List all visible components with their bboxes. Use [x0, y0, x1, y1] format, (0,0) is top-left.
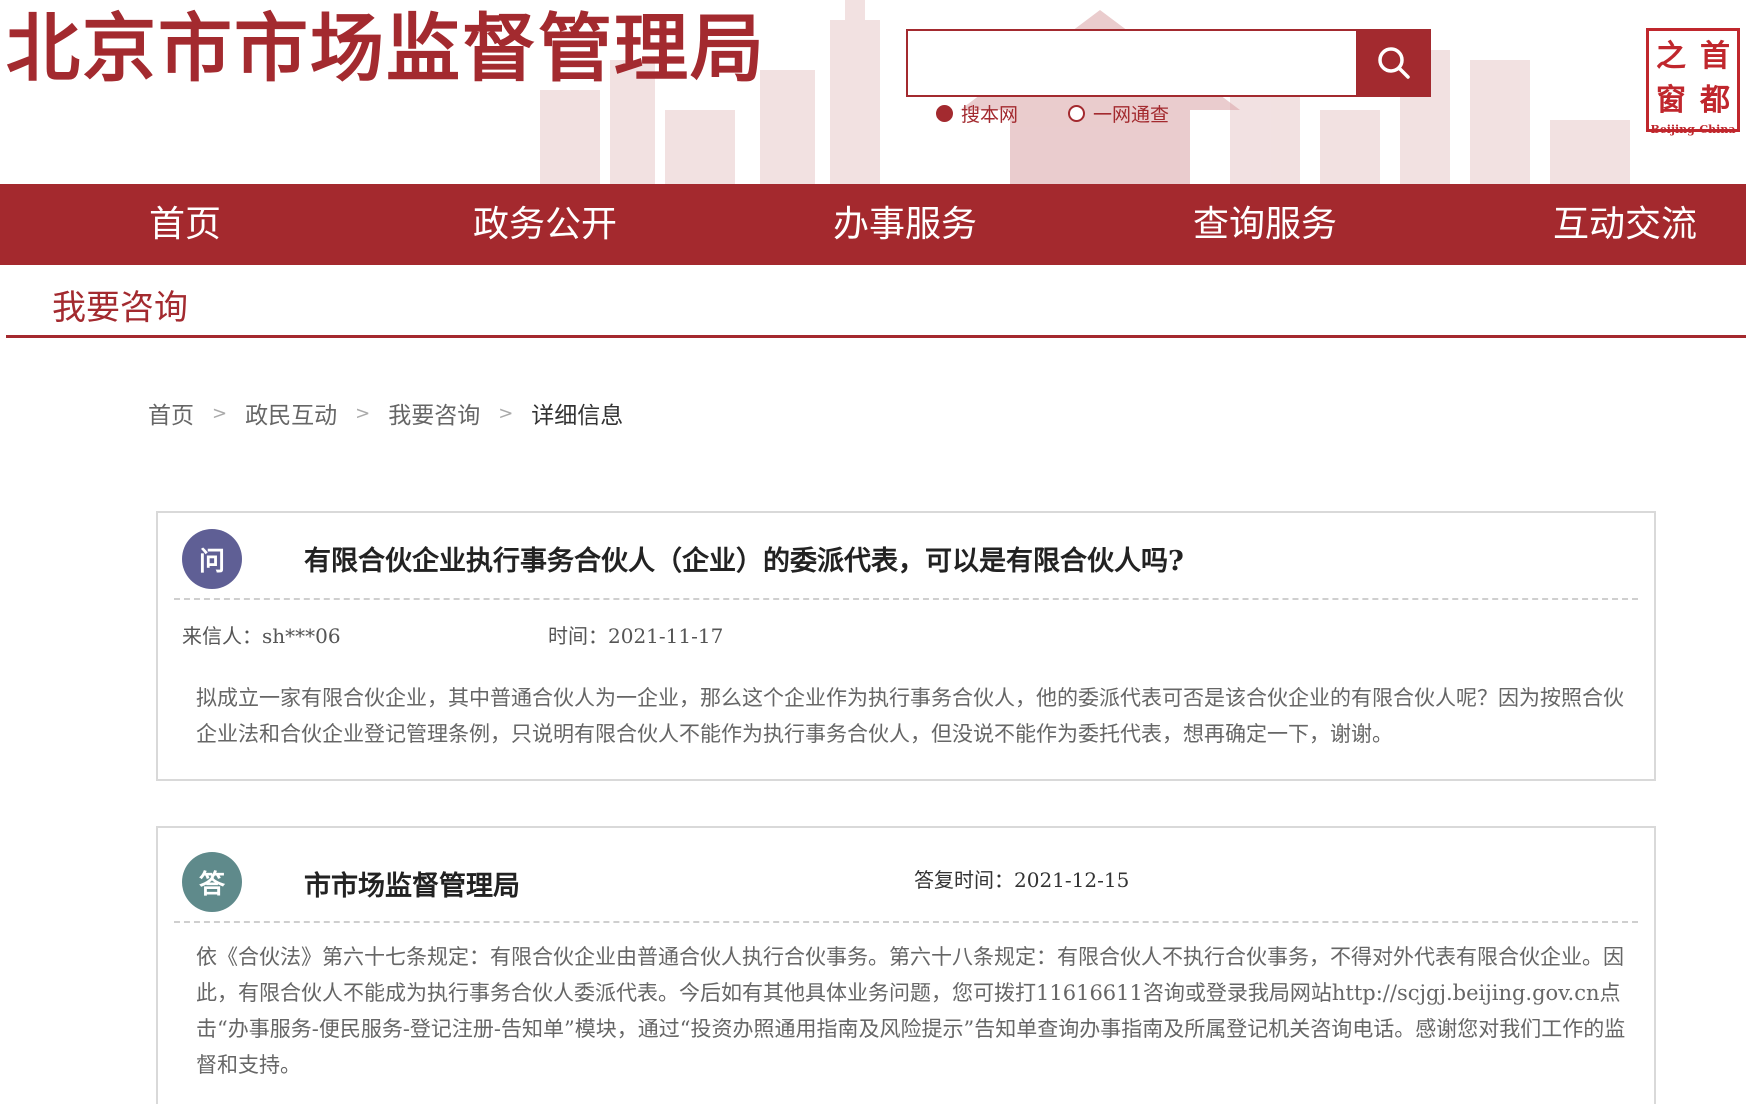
time-value: 2021-11-17 [608, 624, 724, 648]
logo-char: 之 [1656, 39, 1686, 74]
answer-content: 依《合伙法》第六十七条规定：有限合伙企业由普通合伙人执行合伙事务。第六十八条规定… [196, 945, 1626, 1077]
nav-item-interaction[interactable]: 互动交流 [1553, 184, 1697, 265]
site-title: 北京市市场监督管理局 [6, 6, 766, 92]
site-header: 北京市市场监督管理局 搜本网 一网通查 之 首 窗 都 Beijing-Chin… [0, 0, 1746, 184]
nav-item-query[interactable]: 查询服务 [1193, 184, 1337, 265]
sender-info: 来信人：sh***06 [182, 620, 341, 649]
question-content: 拟成立一家有限合伙企业，其中普通合伙人为一企业，那么这个企业作为执行事务合伙人，… [196, 686, 1624, 746]
section-divider [6, 335, 1746, 338]
answer-card: 答 市市场监督管理局 答复时间：2021-12-15 依《合伙法》第六十七条规定… [156, 826, 1656, 1104]
breadcrumb: 首页 > 政民互动 > 我要咨询 > 详细信息 [148, 396, 623, 430]
answer-org: 市市场监督管理局 [304, 871, 520, 902]
main-nav: 首页 政务公开 办事服务 查询服务 互动交流 [0, 184, 1746, 265]
sender-value: sh***06 [262, 624, 341, 648]
time-label: 时间： [548, 624, 608, 648]
question-time: 时间：2021-11-17 [548, 620, 723, 649]
search-option-label: 一网通查 [1093, 104, 1170, 126]
search-scope-options: 搜本网 一网通查 [936, 100, 1169, 127]
answer-time: 答复时间：2021-12-15 [914, 864, 1129, 893]
breadcrumb-current: 详细信息 [531, 403, 624, 429]
question-badge: 问 [182, 529, 242, 589]
radio-selected-icon [936, 105, 953, 122]
breadcrumb-consult[interactable]: 我要咨询 [388, 396, 480, 430]
question-title: 有限合伙企业执行事务合伙人（企业）的委派代表，可以是有限合伙人吗? [304, 546, 1184, 577]
breadcrumb-home[interactable]: 首页 [148, 396, 194, 430]
search-option-all[interactable]: 一网通查 [1068, 100, 1169, 127]
capital-window-logo[interactable]: 之 首 窗 都 Beijing-China [1646, 28, 1740, 136]
question-card: 问 有限合伙企业执行事务合伙人（企业）的委派代表，可以是有限合伙人吗? 来信人：… [156, 511, 1656, 781]
answer-badge: 答 [182, 852, 242, 912]
search-input[interactable] [906, 29, 1358, 97]
logo-char: 都 [1700, 83, 1730, 118]
dashed-divider [174, 921, 1638, 923]
nav-item-services[interactable]: 办事服务 [833, 184, 977, 265]
breadcrumb-separator: > [498, 402, 514, 424]
answer-time-label: 答复时间： [914, 868, 1014, 892]
search-option-label: 搜本网 [961, 104, 1019, 126]
nav-item-gov-affairs[interactable]: 政务公开 [473, 184, 617, 265]
radio-unselected-icon [1068, 105, 1086, 122]
search-button[interactable] [1356, 29, 1431, 97]
nav-item-home[interactable]: 首页 [149, 184, 221, 265]
section-title: 我要咨询 [52, 288, 188, 328]
logo-subtitle: Beijing-China [1650, 122, 1736, 136]
sender-label: 来信人： [182, 624, 262, 648]
logo-char: 窗 [1656, 83, 1686, 118]
breadcrumb-separator: > [212, 402, 228, 424]
search-icon [1377, 47, 1410, 79]
answer-time-value: 2021-12-15 [1014, 868, 1130, 892]
search-option-site[interactable]: 搜本网 [936, 100, 1018, 127]
logo-char: 首 [1700, 39, 1730, 74]
breadcrumb-separator: > [355, 402, 371, 424]
dashed-divider [174, 598, 1638, 600]
breadcrumb-interaction[interactable]: 政民互动 [245, 396, 337, 430]
